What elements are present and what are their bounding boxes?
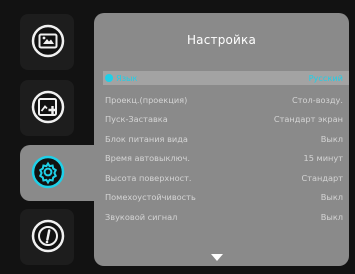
- row-label: Проекц.(проекция): [105, 94, 188, 105]
- display-icon: [31, 24, 65, 58]
- row-label: Пуск-Заставка: [105, 114, 168, 125]
- settings-row-startup-screen[interactable]: Пуск-Заставка Стандарт экран: [103, 110, 349, 130]
- selection-dot-icon: [105, 74, 113, 82]
- row-label: Время автовыключ.: [105, 153, 190, 164]
- rail-item-info[interactable]: [20, 209, 74, 265]
- row-value: Стандарт: [301, 172, 343, 183]
- scroll-down-arrow-icon[interactable]: [211, 254, 223, 261]
- row-label: Звуковой сигнал: [105, 211, 178, 222]
- settings-row-auto-off[interactable]: Время автовыключ. 15 минут: [103, 149, 349, 169]
- row-label: Высота поверхност.: [105, 172, 192, 183]
- row-value: Стол-возду.: [292, 94, 343, 105]
- row-value: Стандарт экран: [273, 114, 343, 125]
- settings-row-noise[interactable]: Помехоустойчивость Выкл: [103, 188, 349, 208]
- image-add-icon: [31, 90, 65, 124]
- row-value: Выкл: [320, 133, 343, 144]
- row-value: Выкл: [320, 192, 343, 203]
- row-value: Выкл: [320, 211, 343, 222]
- projector-osd: Настройка Язык Русский Проекц.(проекция)…: [0, 0, 355, 274]
- panel-title: Настройка: [186, 33, 257, 47]
- row-value: 15 минут: [303, 153, 344, 164]
- settings-list: Язык Русский Проекц.(проекция) Стол-возд…: [103, 71, 349, 227]
- settings-row-language[interactable]: Язык Русский: [103, 71, 349, 85]
- settings-row-beep[interactable]: Звуковой сигнал Выкл: [103, 207, 349, 227]
- settings-panel: Настройка Язык Русский Проекц.(проекция)…: [94, 13, 349, 266]
- row-label: Помехоустойчивость: [105, 192, 196, 203]
- settings-icon: [31, 155, 65, 189]
- settings-row-projection[interactable]: Проекц.(проекция) Стол-возду.: [103, 90, 349, 110]
- row-value: Русский: [308, 73, 343, 83]
- settings-row-altitude[interactable]: Высота поверхност. Стандарт: [103, 168, 349, 188]
- info-icon: [31, 219, 65, 253]
- rail-item-image[interactable]: [20, 80, 74, 136]
- settings-row-power[interactable]: Блок питания вида Выкл: [103, 129, 349, 149]
- rail-item-display[interactable]: [20, 14, 74, 70]
- row-label: Язык: [116, 73, 138, 83]
- rail-item-settings[interactable]: [20, 145, 94, 201]
- row-label: Блок питания вида: [105, 133, 188, 144]
